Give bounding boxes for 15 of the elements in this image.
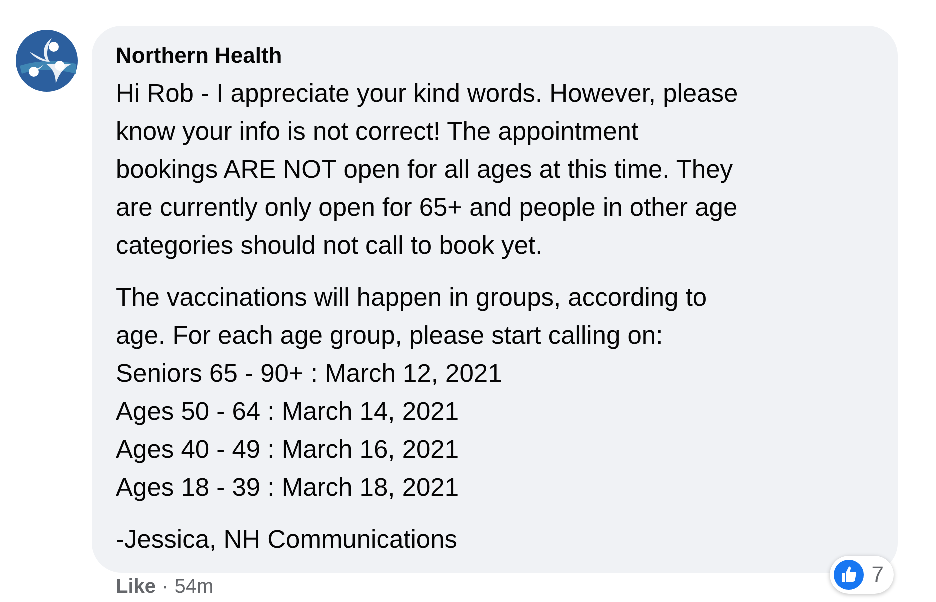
comment-text: Hi Rob - I appreciate your kind words. However, please know your info is not correct! The appointment bookings ARE NOT open for all ages at this time. They are currently only open for 65+ and people in other age categories should not call to book yet. bbox=[116, 79, 738, 262]
like-link[interactable]: Like bbox=[116, 576, 156, 598]
comment-text: The vaccinations will happen in groups, according to age. For each age group, please start calling on: bbox=[116, 283, 708, 352]
comment-text: -Jessica, NH Communications bbox=[116, 525, 458, 556]
count-text: 7 bbox=[872, 562, 884, 588]
author-name[interactable]: Northern Health bbox=[116, 43, 282, 69]
reaction-count[interactable]: 7 bbox=[830, 556, 894, 594]
comment-text: Ages 18 - 39 : March 18, 2021 bbox=[116, 473, 460, 504]
logo-avatar[interactable] bbox=[16, 30, 78, 92]
comment-text: Ages 40 - 49 : March 16, 2021 bbox=[116, 435, 460, 466]
comment-text: Ages 50 - 64 : March 14, 2021 bbox=[116, 397, 460, 428]
separator-dot: · bbox=[162, 576, 169, 598]
timestamp[interactable]: 54m bbox=[174, 576, 214, 598]
comment-text: Seniors 65 - 90+ : March 12, 2021 bbox=[116, 359, 502, 390]
thumbs-up-icon bbox=[834, 560, 864, 590]
